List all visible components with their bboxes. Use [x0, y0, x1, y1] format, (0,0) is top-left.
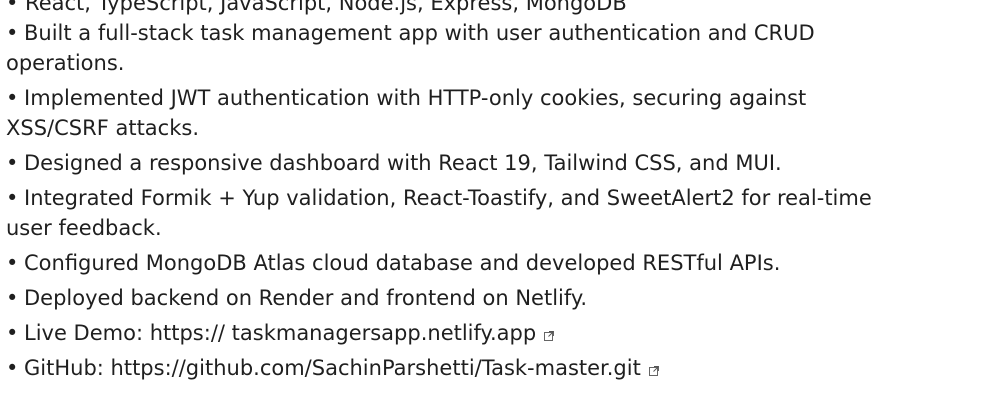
bullet-item-3: • Designed a responsive dashboard with Re…	[6, 148, 996, 178]
bullet: •	[6, 86, 19, 110]
bullet-item-6: • Deployed backend on Render and frontend…	[6, 283, 996, 313]
live-demo-label: Live Demo:	[24, 321, 150, 345]
partial-top-text: • React, TypeScript, JavaScript, Node.js…	[6, 0, 627, 15]
project-description: • React, TypeScript, JavaScript, Node.js…	[6, 0, 996, 388]
github-item: • GitHub: https://github.com/SachinParshe…	[6, 353, 996, 383]
bullet: •	[6, 356, 19, 380]
bullet-item-4-line-1: • Integrated Formik + Yup validation, Rea…	[6, 183, 996, 213]
bullet-item-1-line-2: operations.	[6, 51, 125, 75]
external-link-icon[interactable]	[544, 331, 555, 341]
live-demo-link[interactable]: https:// taskmanagersapp.netlify.app	[150, 321, 536, 345]
partial-top-line: • React, TypeScript, JavaScript, Node.js…	[6, 0, 996, 18]
bullet-item-4-line-2: user feedback.	[6, 216, 162, 240]
live-demo-item: • Live Demo: https:// taskmanagersapp.net…	[6, 318, 996, 348]
bullet: •	[6, 21, 19, 45]
github-label: GitHub:	[24, 356, 111, 380]
bullet-item-5: • Configured MongoDB Atlas cloud database…	[6, 248, 996, 278]
external-link-icon[interactable]	[648, 366, 659, 376]
github-link[interactable]: https://github.com/SachinParshetti/Task-…	[111, 356, 641, 380]
bullet: •	[6, 321, 19, 345]
bullet-item-1-line-1: • Built a full-stack task management app …	[6, 18, 996, 48]
bullet: •	[6, 286, 19, 310]
bullet-item-2-line-1: • Implemented JWT authentication with HTT…	[6, 83, 996, 113]
bullet: •	[6, 151, 19, 175]
bullet: •	[6, 251, 19, 275]
bullet: •	[6, 186, 19, 210]
bullet-item-2-line-2: XSS/CSRF attacks.	[6, 116, 199, 140]
